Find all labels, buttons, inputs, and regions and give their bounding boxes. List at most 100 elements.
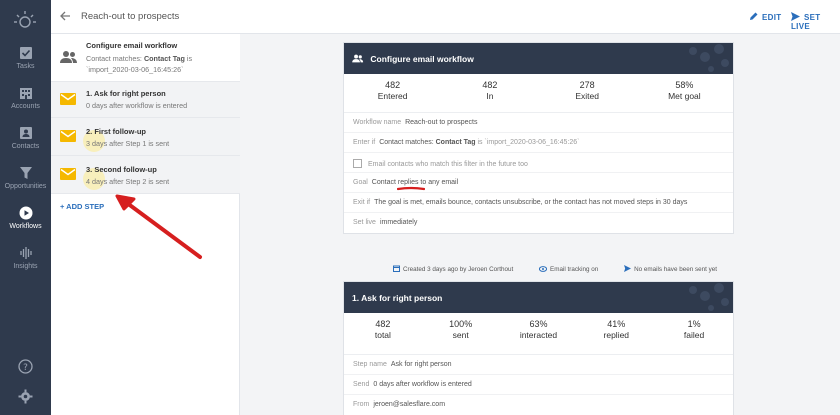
step-configure-line2: `import_2020-03-06_16:45:26` — [86, 65, 184, 74]
step-configure[interactable]: Configure email workflow Contact matches… — [51, 34, 240, 82]
step-item[interactable]: 1. Ask for right person 0 days after wor… — [51, 82, 240, 118]
stat-label: In — [486, 91, 494, 101]
stat-value: 41% — [607, 319, 626, 329]
field-value: Ask for right person — [390, 361, 452, 368]
nav-insights-label: Insights — [13, 263, 38, 270]
future-contacts-checkbox[interactable] — [353, 159, 362, 168]
future-contacts-label: Email contacts who match this filter in … — [368, 161, 528, 168]
field-label: Step name — [353, 361, 387, 368]
pencil-icon — [750, 12, 758, 20]
field-label: Enter if — [353, 139, 376, 146]
sun-logo-icon[interactable] — [13, 8, 37, 32]
row-goal: Goal Contact replies to any email — [344, 173, 733, 193]
field-label: Exit if — [353, 199, 371, 206]
step-card-title: 1. Ask for right person — [352, 293, 443, 303]
edit-button-label: EDIT — [762, 13, 782, 22]
step-item[interactable]: 3. Second follow-up 4 days after Step 2 … — [51, 156, 240, 194]
send-icon — [791, 12, 800, 21]
waveform-icon — [19, 247, 32, 259]
row-step-name: Step name Ask for right person — [344, 355, 733, 375]
meta-created-text: Created 3 days ago by Jeroen Corthout — [403, 266, 514, 273]
workflow-stats: 482 Entered 482 In 278 Exited 58% Met goal — [344, 74, 733, 113]
nav-workflows-label: Workflows — [9, 223, 42, 230]
gear-icon[interactable] — [18, 389, 33, 404]
meta-sent-text: No emails have been sent yet — [634, 266, 718, 273]
step-configure-subtitle: Contact matches: Contact Tag is `import_2… — [86, 53, 236, 75]
add-step-button[interactable]: + ADD STEP — [60, 202, 104, 211]
step-title: 1. Ask for right person — [86, 89, 166, 98]
nav-insights[interactable]: Insights — [0, 246, 51, 270]
step-subtitle: 0 days after workflow is entered — [86, 101, 188, 110]
red-underline-annotation — [397, 186, 425, 191]
page-title: Reach-out to prospects — [81, 11, 180, 22]
stat-label: Met goal — [668, 91, 701, 101]
nav-opportunities-label: Opportunities — [4, 183, 47, 190]
field-label: Send — [353, 381, 370, 388]
send-icon — [624, 265, 632, 272]
nav-contacts[interactable]: Contacts — [0, 126, 51, 150]
help-icon[interactable]: ? — [18, 359, 33, 374]
stat-value: 482 — [375, 319, 391, 329]
step-item[interactable]: 2. First follow-up 3 days after Step 1 i… — [51, 118, 240, 156]
funnel-icon — [19, 167, 32, 179]
eye-icon — [538, 266, 548, 272]
nav-opportunities[interactable]: Opportunities — [0, 166, 51, 190]
field-value: immediately — [379, 219, 418, 226]
step-stats: 482 total 100% sent 63% interacted 41% repli… — [344, 313, 733, 355]
enter-prefix: Contact matches: — [379, 139, 436, 146]
meta-created: Created 3 days ago by Jeroen Corthout — [393, 265, 525, 273]
steps-panel: Configure email workflow Contact matches… — [51, 34, 240, 415]
step-subtitle: 3 days after Step 1 is sent — [86, 139, 170, 148]
back-arrow-icon[interactable] — [59, 10, 71, 22]
nav-tasks[interactable]: Tasks — [0, 46, 51, 70]
field-label: Goal — [353, 179, 368, 186]
checkbox-icon — [19, 47, 32, 59]
field-value: Contact replies to any email — [371, 179, 459, 186]
play-circle-icon — [19, 206, 32, 220]
field-label: Set live — [353, 219, 376, 226]
stat-value: 482 — [482, 80, 498, 90]
stat-exited: 278 Exited — [539, 74, 636, 112]
field-value: Reach-out to prospects — [405, 119, 478, 126]
stat-interacted: 63% interacted — [500, 313, 578, 354]
top-bar: Reach-out to prospects EDIT SET LIVE — [51, 0, 840, 34]
main-nav: Tasks Accounts Contacts Opportunities Wo… — [0, 0, 51, 415]
edit-button[interactable]: EDIT — [749, 12, 781, 22]
enter-bold: Contact Tag — [435, 139, 476, 146]
field-value: 0 days after workflow is entered — [373, 381, 472, 388]
stat-value: 63% — [529, 319, 548, 329]
step-subtitle: 4 days after Step 2 is sent — [86, 177, 170, 186]
meta-tracking: Email tracking on — [538, 266, 610, 273]
nav-workflows[interactable]: Workflows — [0, 206, 51, 230]
stat-value: 482 — [385, 80, 401, 90]
stat-value: 278 — [579, 80, 595, 90]
envelope-icon — [60, 130, 76, 142]
step-configure-title: Configure email workflow — [86, 41, 178, 50]
calendar-icon — [393, 265, 400, 272]
row-future-contacts: Email contacts who match this filter in … — [344, 153, 733, 173]
step-configure-line1-suffix: is — [184, 54, 193, 63]
configure-card-header: Configure email workflow — [344, 43, 733, 74]
stat-label: replied — [603, 330, 630, 340]
row-workflow-name: Workflow name Reach-out to prospects — [344, 113, 733, 133]
envelope-icon — [60, 168, 76, 180]
stat-replied: 41% replied — [577, 313, 655, 354]
row-set-live: Set live immediately — [344, 213, 733, 233]
set-live-button[interactable]: SET LIVE — [791, 12, 840, 31]
stat-label: Exited — [575, 91, 599, 101]
step-title: 3. Second follow-up — [86, 165, 157, 174]
stat-met-goal: 58% Met goal — [636, 74, 733, 112]
step-card: 1. Ask for right person 482 total 100% sen… — [343, 281, 734, 415]
nav-accounts-label: Accounts — [11, 103, 40, 110]
people-icon — [352, 54, 364, 63]
decorative-bubbles — [689, 44, 729, 72]
field-value: jeroen@salesflare.com — [373, 401, 446, 408]
nav-accounts[interactable]: Accounts — [0, 86, 51, 110]
nav-contacts-label: Contacts — [11, 143, 40, 150]
step-card-header: 1. Ask for right person — [344, 282, 733, 313]
configure-card-title: Configure email workflow — [370, 54, 474, 64]
configure-workflow-card: Configure email workflow 482 Entered 482 I… — [343, 42, 734, 234]
enter-suffix: is `import_2020-03-06_16:45:26` — [475, 139, 580, 146]
stat-value: 58% — [675, 80, 694, 90]
decorative-bubbles — [689, 283, 729, 311]
